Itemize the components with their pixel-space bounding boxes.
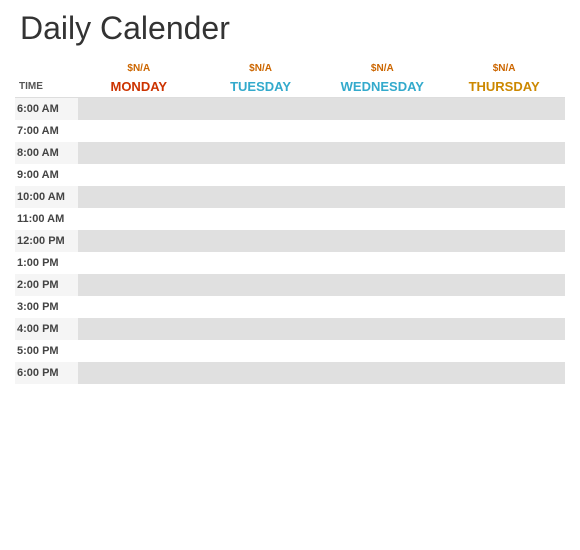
event-cell-tuesday[interactable]	[200, 274, 322, 296]
time-cell: 9:00 AM	[15, 164, 78, 186]
event-cell-tuesday[interactable]	[200, 142, 322, 164]
event-cell-tuesday[interactable]	[200, 296, 322, 318]
event-cell-monday[interactable]	[78, 120, 200, 142]
event-cell-monday[interactable]	[78, 230, 200, 252]
date-thursday: $N/A	[443, 61, 565, 76]
time-cell: 5:00 PM	[15, 340, 78, 362]
event-cell-tuesday[interactable]	[200, 98, 322, 120]
event-cell-monday[interactable]	[78, 318, 200, 340]
header-monday: MONDAY	[78, 76, 200, 98]
calendar-row: 10:00 AM	[15, 186, 565, 208]
time-cell: 4:00 PM	[15, 318, 78, 340]
event-cell-thursday[interactable]	[443, 120, 565, 142]
header-tuesday: TUESDAY	[200, 76, 322, 98]
calendar-row: 3:00 PM	[15, 296, 565, 318]
event-cell-thursday[interactable]	[443, 362, 565, 384]
calendar-row: 4:00 PM	[15, 318, 565, 340]
date-time-spacer	[15, 61, 78, 76]
event-cell-monday[interactable]	[78, 362, 200, 384]
event-cell-tuesday[interactable]	[200, 230, 322, 252]
event-cell-wednesday[interactable]	[321, 230, 443, 252]
calendar-row: 1:00 PM	[15, 252, 565, 274]
event-cell-wednesday[interactable]	[321, 296, 443, 318]
event-cell-monday[interactable]	[78, 164, 200, 186]
event-cell-monday[interactable]	[78, 252, 200, 274]
calendar-row: 6:00 PM	[15, 362, 565, 384]
event-cell-tuesday[interactable]	[200, 340, 322, 362]
calendar-row: 2:00 PM	[15, 274, 565, 296]
event-cell-tuesday[interactable]	[200, 120, 322, 142]
event-cell-thursday[interactable]	[443, 230, 565, 252]
event-cell-tuesday[interactable]	[200, 164, 322, 186]
event-cell-wednesday[interactable]	[321, 340, 443, 362]
time-cell: 6:00 AM	[15, 98, 78, 120]
event-cell-thursday[interactable]	[443, 142, 565, 164]
time-cell: 8:00 AM	[15, 142, 78, 164]
calendar-row: 6:00 AM	[15, 98, 565, 120]
event-cell-monday[interactable]	[78, 98, 200, 120]
header-thursday: THURSDAY	[443, 76, 565, 98]
page-title: Daily Calender	[15, 10, 565, 47]
time-cell: 2:00 PM	[15, 274, 78, 296]
time-cell: 10:00 AM	[15, 186, 78, 208]
event-cell-thursday[interactable]	[443, 296, 565, 318]
event-cell-wednesday[interactable]	[321, 208, 443, 230]
time-cell: 12:00 PM	[15, 230, 78, 252]
event-cell-thursday[interactable]	[443, 274, 565, 296]
event-cell-thursday[interactable]	[443, 186, 565, 208]
event-cell-monday[interactable]	[78, 208, 200, 230]
calendar-row: 11:00 AM	[15, 208, 565, 230]
date-monday: $N/A	[78, 61, 200, 76]
header-wednesday: WEDNESDAY	[321, 76, 443, 98]
event-cell-thursday[interactable]	[443, 164, 565, 186]
event-cell-tuesday[interactable]	[200, 318, 322, 340]
event-cell-monday[interactable]	[78, 142, 200, 164]
calendar-row: 5:00 PM	[15, 340, 565, 362]
calendar-row: 8:00 AM	[15, 142, 565, 164]
event-cell-wednesday[interactable]	[321, 98, 443, 120]
event-cell-wednesday[interactable]	[321, 318, 443, 340]
event-cell-wednesday[interactable]	[321, 186, 443, 208]
event-cell-wednesday[interactable]	[321, 164, 443, 186]
event-cell-thursday[interactable]	[443, 318, 565, 340]
event-cell-wednesday[interactable]	[321, 362, 443, 384]
event-cell-monday[interactable]	[78, 186, 200, 208]
time-cell: 1:00 PM	[15, 252, 78, 274]
time-cell: 6:00 PM	[15, 362, 78, 384]
event-cell-monday[interactable]	[78, 340, 200, 362]
page-container: Daily Calender $N/A $N/A $N/A $N/A TIME …	[0, 0, 580, 550]
date-wednesday: $N/A	[321, 61, 443, 76]
event-cell-wednesday[interactable]	[321, 252, 443, 274]
header-row: TIME MONDAY TUESDAY WEDNESDAY THURSDAY	[15, 76, 565, 98]
event-cell-wednesday[interactable]	[321, 274, 443, 296]
event-cell-thursday[interactable]	[443, 98, 565, 120]
time-cell: 11:00 AM	[15, 208, 78, 230]
event-cell-monday[interactable]	[78, 296, 200, 318]
date-row: $N/A $N/A $N/A $N/A	[15, 61, 565, 76]
calendar-table: $N/A $N/A $N/A $N/A TIME MONDAY TUESDAY …	[15, 61, 565, 384]
time-cell: 7:00 AM	[15, 120, 78, 142]
event-cell-tuesday[interactable]	[200, 186, 322, 208]
date-tuesday: $N/A	[200, 61, 322, 76]
header-time: TIME	[15, 76, 78, 98]
event-cell-thursday[interactable]	[443, 252, 565, 274]
event-cell-monday[interactable]	[78, 274, 200, 296]
calendar-row: 9:00 AM	[15, 164, 565, 186]
calendar-body: 6:00 AM7:00 AM8:00 AM9:00 AM10:00 AM11:0…	[15, 98, 565, 384]
event-cell-wednesday[interactable]	[321, 142, 443, 164]
calendar-row: 7:00 AM	[15, 120, 565, 142]
event-cell-tuesday[interactable]	[200, 362, 322, 384]
event-cell-thursday[interactable]	[443, 208, 565, 230]
calendar-row: 12:00 PM	[15, 230, 565, 252]
event-cell-wednesday[interactable]	[321, 120, 443, 142]
event-cell-tuesday[interactable]	[200, 208, 322, 230]
time-cell: 3:00 PM	[15, 296, 78, 318]
event-cell-tuesday[interactable]	[200, 252, 322, 274]
event-cell-thursday[interactable]	[443, 340, 565, 362]
